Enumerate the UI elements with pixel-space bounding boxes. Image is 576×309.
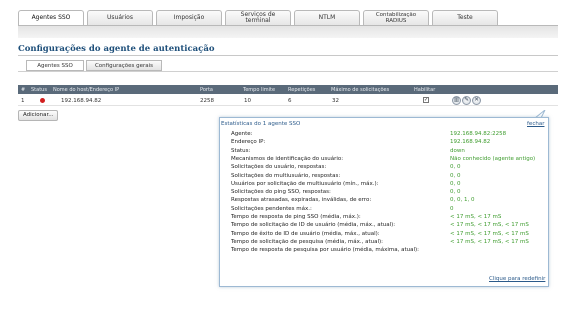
stat-label: Mecanismos de identificação do usuário: xyxy=(231,155,344,162)
stat-label: Solicitações do ping SSO, respostas: xyxy=(231,189,331,196)
row-index: 1 xyxy=(21,97,25,104)
stat-label: Usuários por solicitação de multiusuário… xyxy=(231,180,379,187)
col-retries: Repetições xyxy=(288,86,316,93)
tab-contabilizacao-radius[interactable]: Contabilização RADIUS xyxy=(363,10,429,25)
stat-label: Status: xyxy=(231,147,251,154)
subtab-agentes-sso[interactable]: Agentes SSO xyxy=(26,60,84,71)
stat-label: Tempo de êxito de ID de usuário (média, … xyxy=(231,230,380,237)
toolbar-band xyxy=(18,26,558,38)
col-port: Porta xyxy=(200,86,213,93)
stat-label: Tempo de solicitação de pesquisa (média,… xyxy=(231,238,384,245)
col-index: # xyxy=(21,86,26,93)
subtab-configuracoes-gerais[interactable]: Configurações gerais xyxy=(86,60,162,71)
stat-value: < 17 mS, < 17 mS, < 17 mS xyxy=(450,238,529,245)
col-max-requests: Máximo de solicitações xyxy=(331,86,390,93)
edit-icon[interactable]: ✎ xyxy=(462,96,471,105)
row-retries: 6 xyxy=(288,97,292,104)
stat-label: Respostas atrasadas, expiradas, inválida… xyxy=(231,197,372,204)
subtab-divider xyxy=(18,71,558,72)
row-host: 192.168.94.82 xyxy=(61,97,102,104)
stat-value: < 17 mS, < 17 mS xyxy=(450,214,502,220)
col-status: Status xyxy=(31,86,47,93)
stat-value: 0, 0 xyxy=(450,189,461,196)
col-enable: Habilitar xyxy=(414,86,436,93)
tab-usuarios[interactable]: Usuários xyxy=(87,10,153,25)
stat-label: Tempo de solicitação de ID de usuário (m… xyxy=(231,222,396,229)
tab-imposicao[interactable]: Imposição xyxy=(156,10,222,25)
tab-agentes-sso[interactable]: Agentes SSO xyxy=(18,10,84,25)
row-actions: ▥ ✎ ✕ xyxy=(452,96,481,105)
col-host: Nome do host/Endereço IP xyxy=(53,86,120,93)
stat-label: Agente: xyxy=(231,131,253,137)
popup-title: Estatísticas do 1 agente SSO xyxy=(221,121,301,127)
delete-icon[interactable]: ✕ xyxy=(472,96,481,105)
stat-label: Solicitações do usuário, respostas: xyxy=(231,164,327,171)
stat-label: Solicitações do multiusuário, respostas: xyxy=(231,172,341,179)
stat-label: Endereço IP: xyxy=(231,139,266,146)
stat-value: 0, 0 xyxy=(450,180,461,187)
stat-value: < 17 mS, < 17 mS, < 17 mS xyxy=(450,222,529,229)
table-row[interactable]: 1 192.168.94.82 2258 10 6 32 ✓ ▥ ✎ ✕ xyxy=(18,95,558,106)
add-agent-button[interactable]: Adicionar... xyxy=(18,110,59,121)
stats-icon[interactable]: ▥ xyxy=(452,96,461,105)
sub-tab-bar: Agentes SSO Configurações gerais xyxy=(26,60,164,71)
enable-checkbox[interactable]: ✓ xyxy=(423,97,429,103)
stat-label: Solicitações pendentes máx.: xyxy=(231,205,312,212)
row-timeout: 10 xyxy=(244,97,251,104)
reset-stats-link[interactable]: Clique para redefinir xyxy=(489,276,545,282)
stat-value: 0, 0 xyxy=(450,164,461,171)
tab-teste[interactable]: Teste xyxy=(432,10,498,25)
title-divider xyxy=(18,55,558,56)
col-timeout: Tempo limite xyxy=(243,86,276,93)
tab-ntlm[interactable]: NTLM xyxy=(294,10,360,25)
stat-label: Tempo de resposta de pesquisa por usuári… xyxy=(231,247,420,254)
stat-value: 0, 0, 1, 0 xyxy=(450,197,475,204)
stat-value: 192.168.94.82:2258 xyxy=(450,131,507,137)
popup-close-link[interactable]: fechar xyxy=(527,121,544,127)
agents-table-header: # Status Nome do host/Endereço IP Porta … xyxy=(18,85,558,94)
stat-value: < 17 mS, < 17 mS, < 17 mS xyxy=(450,230,529,237)
stat-value: 0 xyxy=(450,205,454,212)
stat-value: Não conhecido (agente antigo) xyxy=(450,155,536,162)
row-port: 2258 xyxy=(200,97,214,104)
row-max-requests: 32 xyxy=(332,97,339,104)
stat-value: 0, 0 xyxy=(450,172,461,179)
status-down-icon xyxy=(40,98,45,103)
page-title: Configurações do agente de autenticação xyxy=(18,44,215,54)
tab-servicos-de-terminal[interactable]: Serviços de terminal xyxy=(225,10,291,25)
stat-label: Tempo de resposta de ping SSO (média, má… xyxy=(231,214,361,220)
stat-value: 192.168.94.82 xyxy=(450,139,491,146)
stat-value: down xyxy=(450,147,465,154)
